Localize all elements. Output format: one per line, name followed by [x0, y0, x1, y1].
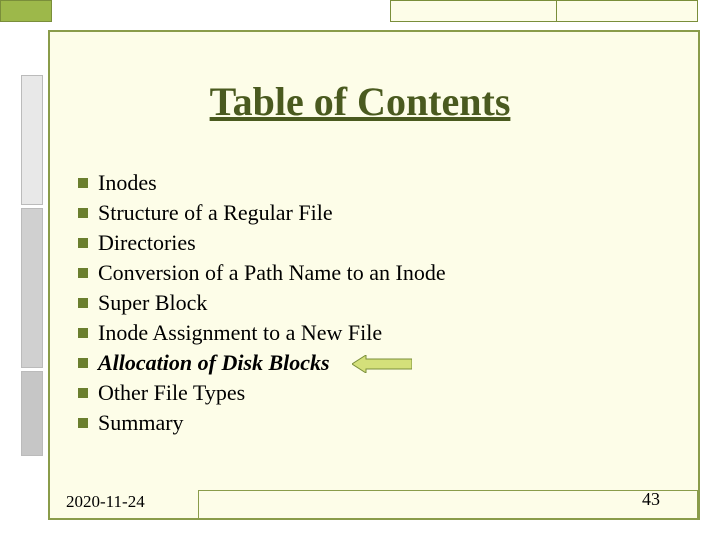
- toc-item-label: Inodes: [98, 172, 157, 194]
- toc-item-label: Structure of a Regular File: [98, 202, 333, 224]
- list-item: Directories: [78, 228, 658, 258]
- footer-date: 2020-11-24: [66, 492, 145, 512]
- list-item: Conversion of a Path Name to an Inode: [78, 258, 658, 288]
- toc-item-label: Inode Assignment to a New File: [98, 322, 382, 344]
- bullet-icon: [78, 268, 88, 278]
- toc-item-label: Other File Types: [98, 382, 245, 404]
- bullet-icon: [78, 208, 88, 218]
- bullet-icon: [78, 298, 88, 308]
- bullet-icon: [78, 358, 88, 368]
- list-item: Inodes: [78, 168, 658, 198]
- left-decor-band-2: [21, 208, 43, 368]
- list-item: Summary: [78, 408, 658, 438]
- bullet-icon: [78, 178, 88, 188]
- list-item: Other File Types: [78, 378, 658, 408]
- toc-list: Inodes Structure of a Regular File Direc…: [78, 168, 658, 438]
- left-decor-band-3: [21, 371, 43, 456]
- highlight-arrow-icon: [352, 355, 412, 373]
- bullet-icon: [78, 418, 88, 428]
- top-accent-block: [0, 0, 52, 22]
- list-item: Inode Assignment to a New File: [78, 318, 658, 348]
- toc-item-label: Directories: [98, 232, 196, 254]
- toc-item-label: Conversion of a Path Name to an Inode: [98, 262, 446, 284]
- bullet-icon: [78, 238, 88, 248]
- toc-item-label: Super Block: [98, 292, 207, 314]
- toc-item-label: Summary: [98, 412, 184, 434]
- list-item: Structure of a Regular File: [78, 198, 658, 228]
- footer-decor-box: [198, 490, 698, 520]
- page-title: Table of Contents: [0, 78, 720, 125]
- top-header-box-1: [390, 0, 558, 22]
- toc-item-label: Allocation of Disk Blocks: [98, 352, 330, 374]
- bullet-icon: [78, 388, 88, 398]
- top-header-box-2: [556, 0, 698, 22]
- footer-page-number: 43: [642, 489, 660, 510]
- bullet-icon: [78, 328, 88, 338]
- list-item: Super Block: [78, 288, 658, 318]
